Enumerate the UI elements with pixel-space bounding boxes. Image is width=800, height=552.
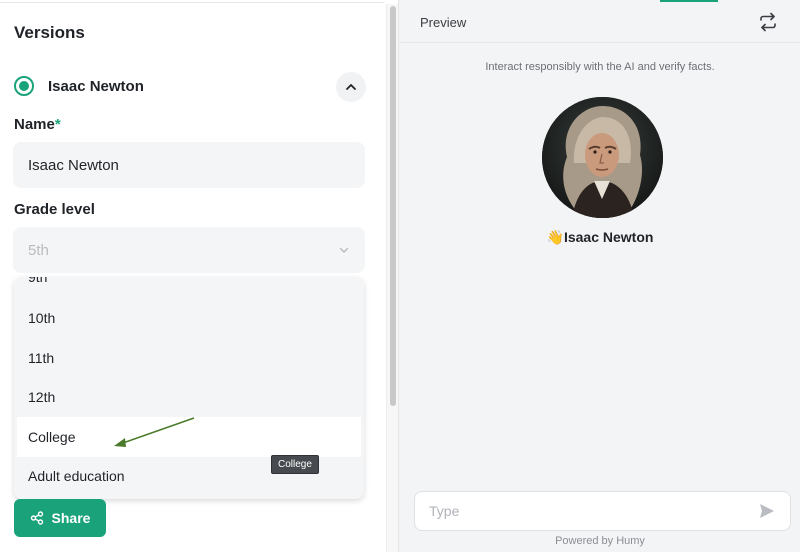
versions-title: Versions (14, 23, 85, 42)
option-10th[interactable]: 10th (14, 298, 364, 338)
editor-panel: Versions Isaac Newton Name* Isaac Newton… (0, 0, 398, 552)
grade-level-label: Grade level (14, 201, 95, 218)
chat-input-placeholder: Type (429, 503, 460, 519)
top-divider (0, 2, 384, 3)
option-clipped[interactable]: 9th (28, 277, 47, 285)
collapse-button[interactable] (336, 72, 366, 102)
college-tooltip: College (271, 455, 319, 474)
share-button[interactable]: Share (14, 499, 106, 537)
refresh-icon[interactable] (758, 12, 778, 32)
powered-by: Powered by Humy (555, 535, 645, 547)
required-mark: * (54, 116, 61, 133)
bot-name-text: Isaac Newton (563, 229, 654, 245)
chevron-down-icon (339, 247, 349, 253)
preview-title: Preview (420, 15, 467, 30)
version-name: Isaac Newton (48, 78, 144, 95)
active-tab-indicator (660, 0, 718, 2)
portrait-image (542, 97, 663, 218)
option-11th[interactable]: 11th (14, 338, 364, 378)
wave-emoji: 👋 (546, 229, 564, 245)
name-field[interactable]: Isaac Newton (13, 142, 365, 188)
name-label: Name* (14, 116, 61, 133)
bot-name: 👋Isaac Newton (399, 229, 800, 246)
scrollbar-thumb[interactable] (390, 6, 396, 406)
version-radio[interactable] (14, 76, 34, 96)
send-icon[interactable] (758, 502, 776, 520)
option-12th[interactable]: 12th (14, 377, 364, 417)
share-label: Share (51, 510, 91, 526)
disclaimer-text: Interact responsibly with the AI and ver… (485, 61, 715, 73)
grade-level-select[interactable]: 5th (13, 227, 365, 273)
chat-input[interactable]: Type (414, 491, 791, 531)
grade-level-value: 5th (28, 241, 49, 259)
scrollbar[interactable] (386, 4, 398, 552)
share-icon (30, 511, 43, 525)
chevron-up-icon (346, 84, 356, 90)
annotation-arrow (114, 417, 195, 447)
bot-avatar (542, 97, 663, 218)
header-divider (399, 42, 800, 43)
version-item[interactable]: Isaac Newton (14, 72, 366, 102)
preview-panel: Preview Interact responsibly with the AI… (398, 0, 800, 552)
